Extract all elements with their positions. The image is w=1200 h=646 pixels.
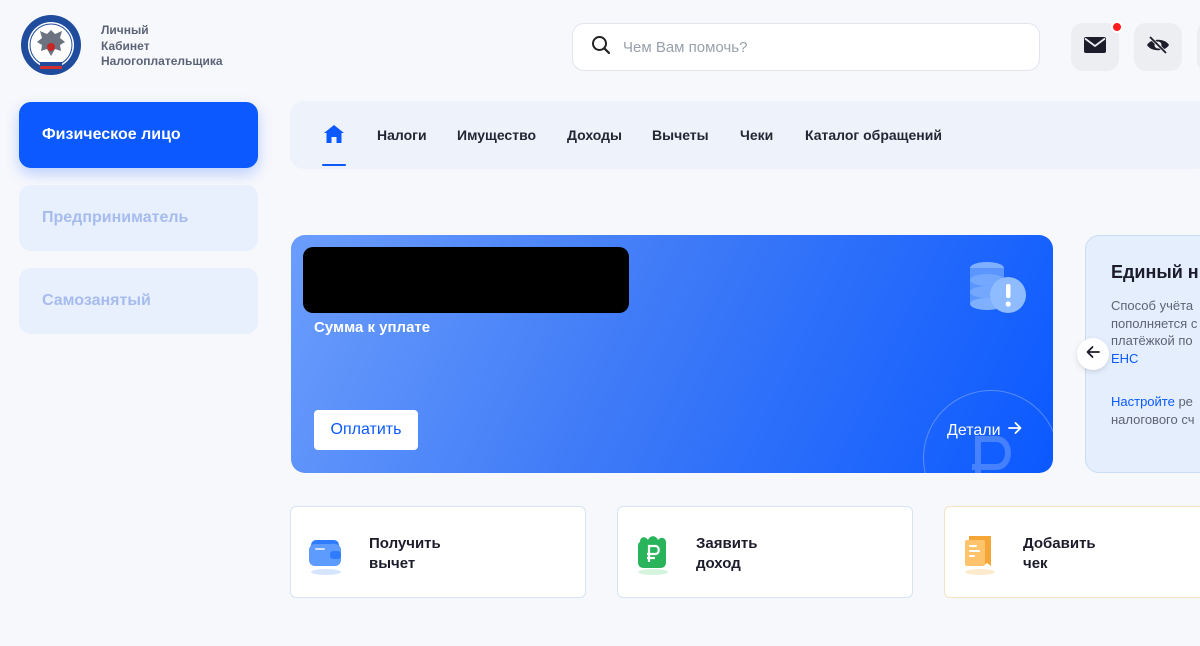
- sidebar-item-individual[interactable]: Физическое лицо: [19, 102, 258, 168]
- active-tab-indicator: [322, 164, 346, 166]
- ens-text-line: платёжкой по: [1111, 333, 1193, 348]
- ens-text-line: пополняется с: [1111, 315, 1198, 331]
- mail-button[interactable]: [1071, 21, 1123, 71]
- pay-button[interactable]: Оплатить: [314, 410, 418, 450]
- brand-title: Личный Кабинет Налогоплательщика: [101, 23, 223, 70]
- hide-sums-button[interactable]: [1134, 23, 1182, 71]
- mail-icon: [1084, 36, 1106, 58]
- eye-off-icon: [1146, 35, 1170, 60]
- redacted-amount: [303, 247, 629, 313]
- action-title-line: Добавить: [1023, 535, 1096, 552]
- action-title-line: чек: [1023, 555, 1048, 572]
- action-title: Получить вычет: [369, 534, 441, 574]
- sidebar-item-label: Самозанятый: [42, 292, 151, 309]
- brand-line: Личный: [101, 23, 149, 37]
- get-deduction-card[interactable]: Получить вычет: [290, 506, 586, 598]
- details-label: Детали: [947, 421, 1001, 439]
- ens-setup-link[interactable]: Настройте: [1111, 394, 1175, 409]
- arrow-left-icon: [1085, 344, 1101, 365]
- tab-deductions[interactable]: Вычеты: [652, 101, 709, 169]
- tab-taxes[interactable]: Налоги: [377, 101, 427, 169]
- action-title-line: Заявить: [696, 535, 758, 552]
- ens-title: Единый н: [1111, 262, 1199, 282]
- tab-requests-catalog[interactable]: Каталог обращений: [805, 101, 942, 169]
- wallet-icon: [307, 532, 345, 576]
- ens-link[interactable]: ЕНС: [1111, 350, 1197, 368]
- notification-badge: [1111, 21, 1123, 33]
- sidebar-item-label: Физическое лицо: [42, 126, 181, 143]
- receipt-icon: [961, 532, 999, 576]
- ens-setup-rest: ре: [1174, 394, 1193, 409]
- tab-property[interactable]: Имущество: [457, 101, 536, 169]
- sidebar-item-entrepreneur[interactable]: Предприниматель: [19, 185, 258, 251]
- coins-alert-icon: [967, 260, 1027, 318]
- sidebar-item-self-employed[interactable]: Самозанятый: [19, 268, 258, 334]
- action-title-line: Получить: [369, 535, 441, 552]
- action-title: Добавить чек: [1023, 534, 1096, 574]
- ruble-wallet-icon: [634, 532, 672, 576]
- main-tabs: Налоги Имущество Доходы Вычеты Чеки Ката…: [290, 101, 1200, 169]
- arrow-right-icon: [1007, 420, 1023, 441]
- home-icon: [323, 124, 345, 147]
- details-link[interactable]: Детали: [947, 420, 1023, 441]
- fns-emblem-icon[interactable]: [20, 14, 82, 76]
- tab-income[interactable]: Доходы: [567, 101, 622, 169]
- brand-line: Налогоплательщика: [101, 54, 223, 68]
- payment-card: Сумма к уплате Оплатить Детали: [291, 235, 1053, 473]
- action-title-line: доход: [696, 555, 741, 572]
- ens-text-line: Способ учёта: [1111, 298, 1194, 313]
- tab-home[interactable]: [322, 101, 346, 169]
- add-receipt-card[interactable]: Добавить чек: [944, 506, 1200, 598]
- search-input[interactable]: [623, 38, 1003, 56]
- ens-setup-text: Настройте ре налогового сч: [1111, 393, 1194, 428]
- carousel-prev-button[interactable]: [1077, 338, 1109, 370]
- action-title: Заявить доход: [696, 534, 758, 574]
- search-box[interactable]: [572, 23, 1040, 71]
- brand-line: Кабинет: [101, 38, 150, 53]
- sidebar-item-label: Предприниматель: [42, 209, 189, 226]
- search-icon: [591, 35, 611, 60]
- action-title-line: вычет: [369, 555, 416, 572]
- payment-label: Сумма к уплате: [314, 319, 431, 336]
- declare-income-card[interactable]: Заявить доход: [617, 506, 913, 598]
- ens-setup-line: налогового сч: [1111, 411, 1195, 427]
- tab-receipts[interactable]: Чеки: [740, 101, 773, 169]
- ens-description: Способ учёта пополняется с платёжкой по …: [1111, 297, 1197, 367]
